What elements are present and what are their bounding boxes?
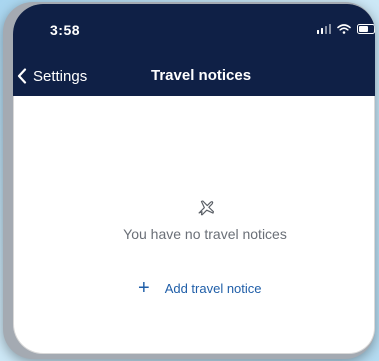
status-time: 3:58 [50, 22, 81, 38]
add-travel-notice-label: Add travel notice [164, 280, 262, 296]
phone-frame: 3:58 Settings Travel notices You have no… [3, 2, 375, 359]
header-bar: 3:58 Settings Travel notices [13, 4, 375, 96]
chevron-left-icon [17, 68, 27, 84]
phone-screen: 3:58 Settings Travel notices You have no… [13, 4, 375, 354]
main-content: You have no travel notices + Add travel … [13, 96, 375, 354]
plus-icon: + [138, 277, 150, 299]
airplane-icon [198, 200, 214, 216]
navigation-bar: Settings Travel notices [13, 62, 375, 90]
add-travel-notice-button[interactable]: + Add travel notice [138, 278, 262, 298]
status-icons [316, 24, 375, 34]
empty-state-message: You have no travel notices [123, 226, 287, 242]
back-button[interactable]: Settings [17, 62, 87, 90]
signal-icon [316, 24, 331, 34]
wifi-icon [337, 24, 351, 34]
back-button-label: Settings [33, 67, 88, 85]
page-title: Travel notices [151, 67, 252, 84]
battery-icon [357, 24, 375, 34]
